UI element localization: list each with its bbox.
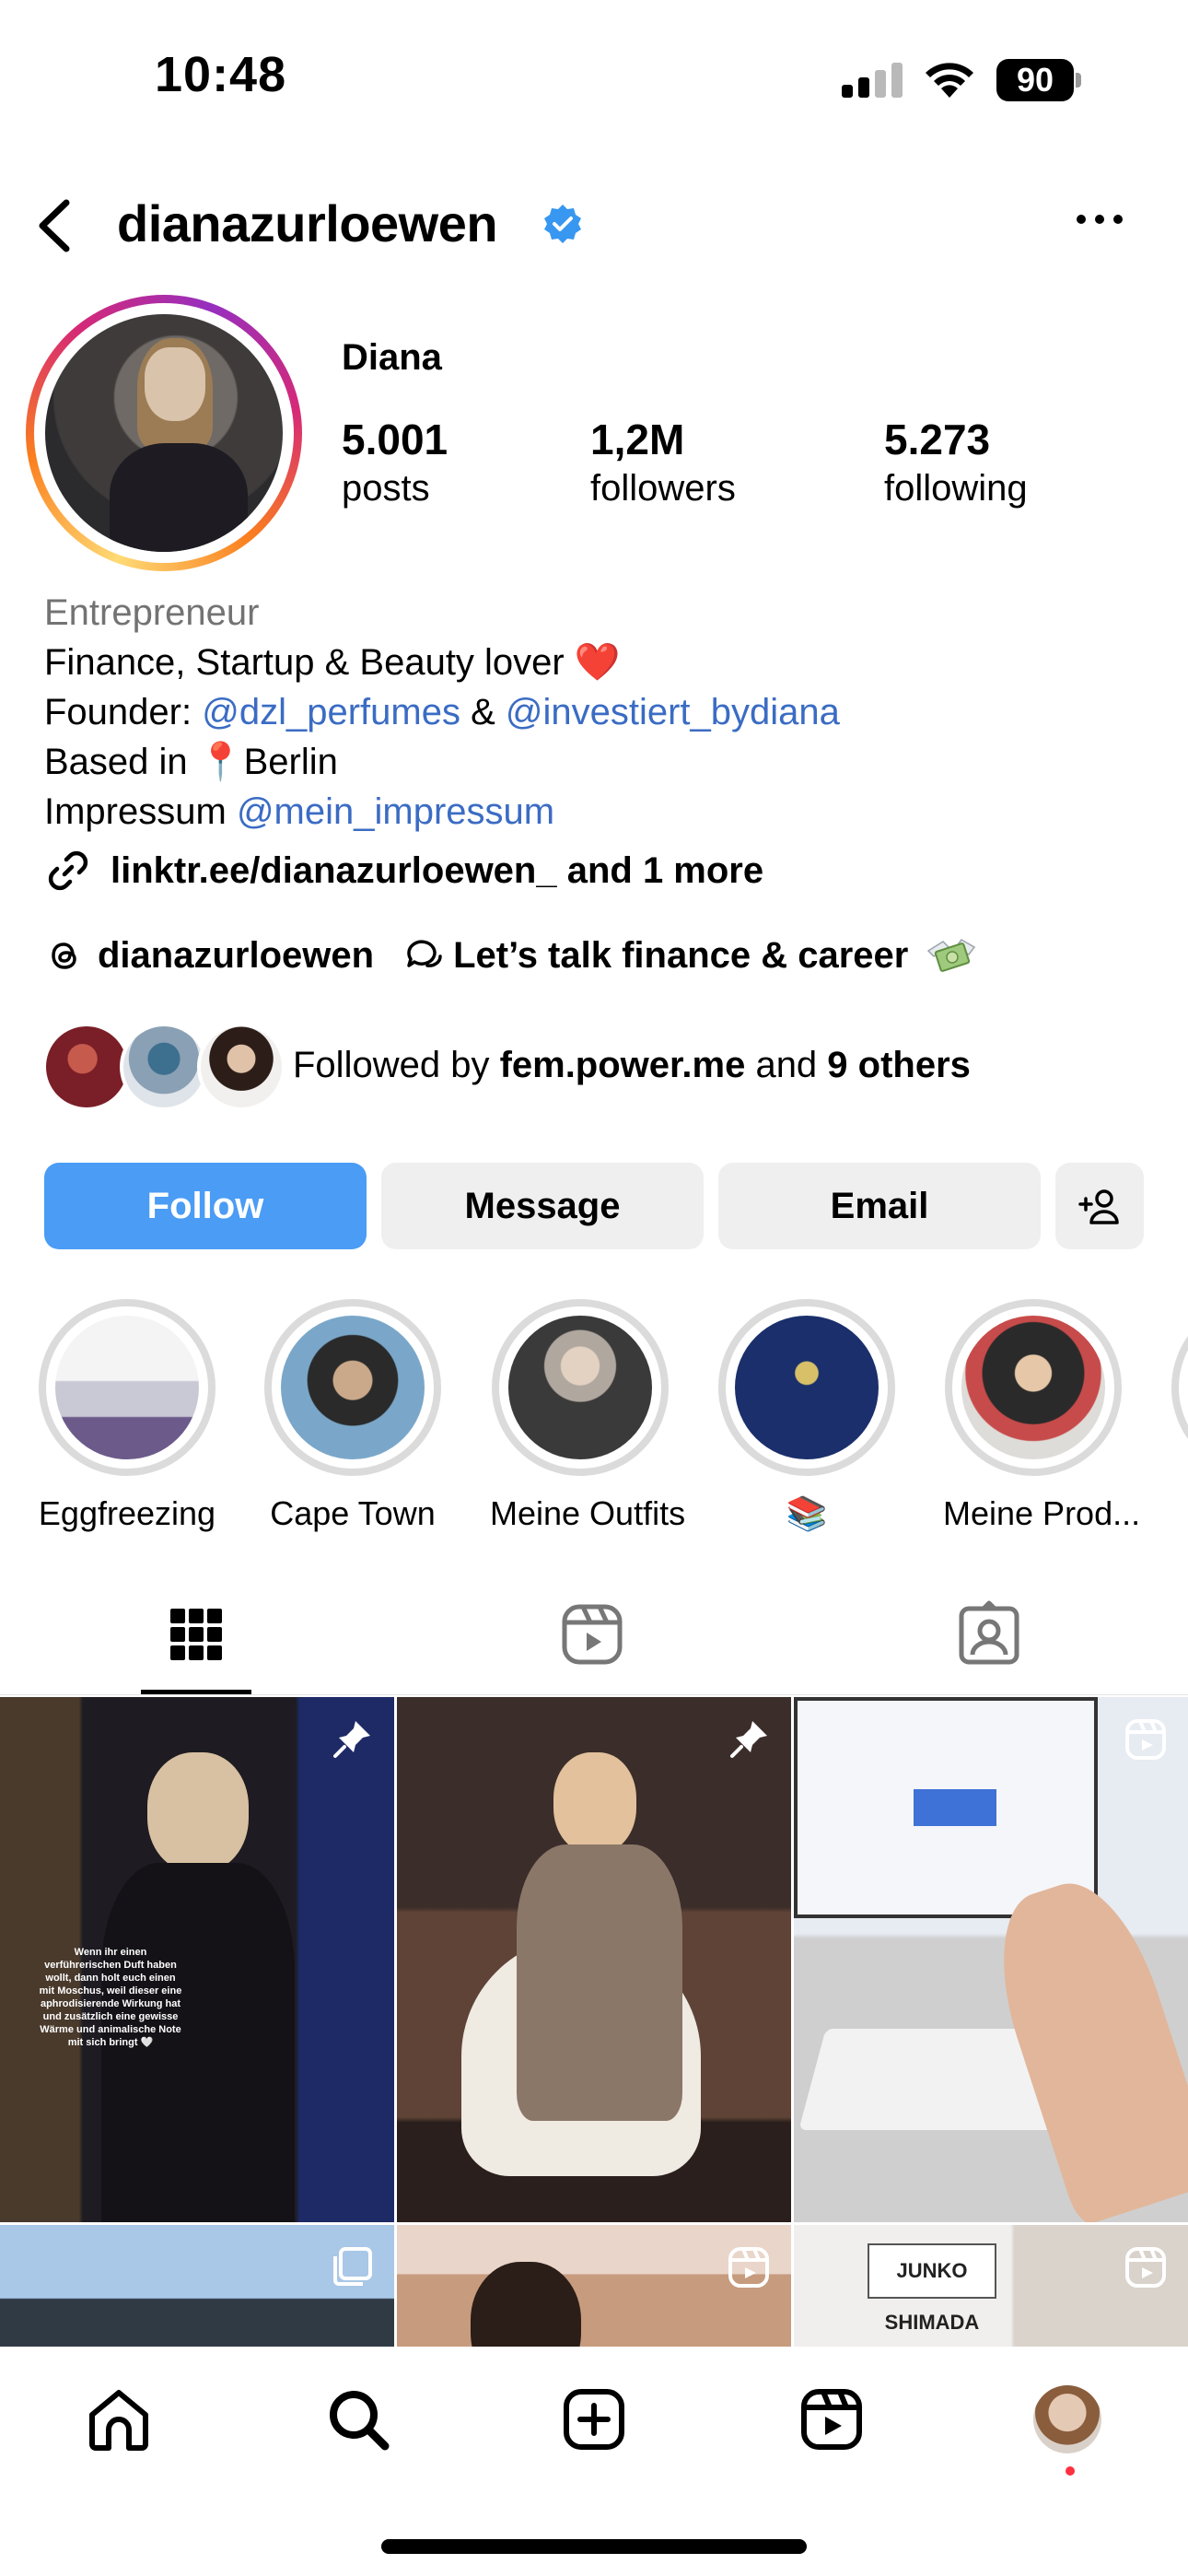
home-indicator[interactable] — [381, 2539, 807, 2554]
story-highlight[interactable]: Eggfreezing — [37, 1299, 217, 1533]
money-with-wings-icon — [927, 939, 976, 972]
link-text[interactable]: linktr.ee/dianazurloewen_ and 1 more — [111, 850, 763, 892]
grid-post[interactable] — [397, 1697, 791, 2222]
profile-tab-avatar[interactable] — [1033, 2385, 1101, 2453]
bio-line-interests: Finance, Startup & Beauty lover ❤️ — [44, 642, 621, 683]
back-chevron-icon[interactable] — [33, 195, 79, 256]
story-highlight[interactable]: Cape Town — [262, 1299, 443, 1533]
heart-emoji: ❤️ — [574, 642, 621, 683]
highlight-cover — [508, 1316, 652, 1459]
stat-posts[interactable]: 5.001 posts — [342, 415, 448, 509]
suggested-accounts-button[interactable] — [1055, 1163, 1144, 1249]
grid-post[interactable]: JUNKO SHIMADA — [794, 2225, 1188, 2347]
follow-button[interactable]: Follow — [44, 1163, 367, 1249]
grid-tab-icon[interactable] — [159, 1598, 233, 1671]
email-button[interactable]: Email — [718, 1163, 1041, 1249]
followed-by-row[interactable]: Followed by fem.power.me and 9 others — [42, 1023, 1147, 1115]
home-icon[interactable] — [83, 2383, 155, 2455]
profile-avatar[interactable] — [26, 295, 302, 571]
more-options-icon[interactable] — [1072, 210, 1127, 228]
cellular-signal-icon — [842, 63, 903, 98]
stat-followers-value: 1,2M — [590, 416, 685, 463]
story-highlight[interactable]: Meine Outfits — [490, 1299, 686, 1533]
active-tab-indicator — [141, 1690, 251, 1694]
bio-line-founder: Founder: @dzl_perfumes & @investiert_byd… — [44, 692, 840, 732]
mention-dzl-perfumes[interactable]: @dzl_perfumes — [202, 692, 460, 732]
tagged-tab-icon[interactable] — [952, 1598, 1026, 1671]
threads-logo-icon[interactable] — [44, 935, 85, 976]
message-button[interactable]: Message — [381, 1163, 704, 1249]
follower-avatar — [120, 1023, 208, 1111]
stat-followers-label: followers — [590, 468, 736, 509]
profile-username: dianazurloewen — [117, 194, 498, 252]
story-highlight[interactable]: Meine Prod... — [943, 1299, 1141, 1533]
highlight-label: Meine Prod... — [943, 1494, 1141, 1532]
highlight-label: 📚 — [786, 1494, 828, 1532]
highlight-label: Cape Town — [270, 1494, 436, 1532]
highlight-label: Meine Outfits — [490, 1494, 686, 1532]
threads-row: dianazurloewen Let’s talk finance & care… — [44, 931, 978, 980]
create-post-icon[interactable] — [558, 2383, 630, 2455]
pin-emoji: 📍 — [197, 742, 244, 782]
notification-dot — [1066, 2466, 1075, 2476]
add-person-icon — [1078, 1189, 1119, 1224]
reels-icon[interactable] — [796, 2383, 868, 2455]
mention-mein-impressum[interactable]: @mein_impressum — [237, 791, 554, 832]
status-bar: 10:48 90 — [0, 0, 1188, 157]
profile-header: dianazurloewen — [0, 175, 1188, 276]
reels-tab-icon[interactable] — [555, 1598, 629, 1671]
battery-level: 90 — [996, 59, 1074, 101]
reel-icon — [728, 2247, 769, 2288]
stat-posts-label: posts — [342, 468, 430, 509]
battery-icon: 90 — [996, 59, 1081, 101]
stat-following-value: 5.273 — [884, 416, 991, 463]
highlight-cover — [735, 1316, 879, 1459]
stat-following-label: following — [884, 468, 1028, 509]
carousel-icon — [333, 2247, 372, 2286]
post-caption: Wenn ihr einen verführerischen Duft habe… — [39, 1947, 182, 2048]
status-time: 10:48 — [155, 47, 287, 102]
story-highlight[interactable] — [1170, 1299, 1188, 1476]
bio-category: Entrepreneur — [44, 592, 260, 633]
followed-by-text: Followed by fem.power.me and 9 others — [293, 1045, 971, 1085]
bio-line-impressum: Impressum @mein_impressum — [44, 791, 555, 832]
highlight-cover — [281, 1316, 425, 1459]
profile-actions: Follow Message Email — [44, 1163, 1144, 1249]
link-icon — [48, 850, 88, 891]
stat-followers[interactable]: 1,2M followers — [590, 415, 736, 509]
posts-grid: Wenn ihr einen verführerischen Duft habe… — [0, 1697, 1188, 2347]
story-highlight[interactable]: 📚 — [716, 1299, 897, 1533]
grid-post[interactable] — [794, 1697, 1188, 2222]
grid-post[interactable]: Wenn ihr einen verführerischen Duft habe… — [0, 1697, 394, 2222]
profile-photo — [45, 314, 283, 552]
follower-avatar — [197, 1023, 285, 1111]
pin-icon — [333, 1721, 370, 1758]
external-link[interactable]: linktr.ee/dianazurloewen_ and 1 more — [44, 846, 763, 896]
mention-investiert-bydiana[interactable]: @investiert_bydiana — [506, 692, 840, 732]
highlight-label: Eggfreezing — [38, 1494, 216, 1532]
wifi-icon — [926, 63, 973, 98]
pin-icon — [730, 1721, 767, 1758]
broadcast-channel-icon — [407, 940, 442, 967]
storefront-sign: JUNKO SHIMADA — [868, 2243, 996, 2334]
verified-badge-icon — [544, 205, 581, 243]
threads-handle[interactable]: dianazurloewen — [98, 935, 374, 977]
highlight-cover — [961, 1316, 1105, 1459]
profile-bio: Entrepreneur Finance, Startup & Beauty l… — [44, 588, 1149, 837]
search-icon[interactable] — [322, 2383, 394, 2455]
reel-icon — [1125, 2247, 1166, 2288]
profile-tabs — [0, 1575, 1188, 1695]
display-name: Diana — [342, 337, 442, 378]
stat-following[interactable]: 5.273 following — [884, 415, 1028, 509]
bio-line-location: Based in 📍Berlin — [44, 742, 338, 782]
grid-post[interactable] — [0, 2225, 394, 2347]
channel-text[interactable]: Let’s talk finance & career — [453, 935, 908, 977]
reel-icon — [1125, 1719, 1166, 1760]
grid-post[interactable] — [397, 2225, 791, 2347]
follower-avatar — [42, 1023, 131, 1111]
stat-posts-value: 5.001 — [342, 416, 448, 463]
highlight-cover — [55, 1316, 199, 1459]
